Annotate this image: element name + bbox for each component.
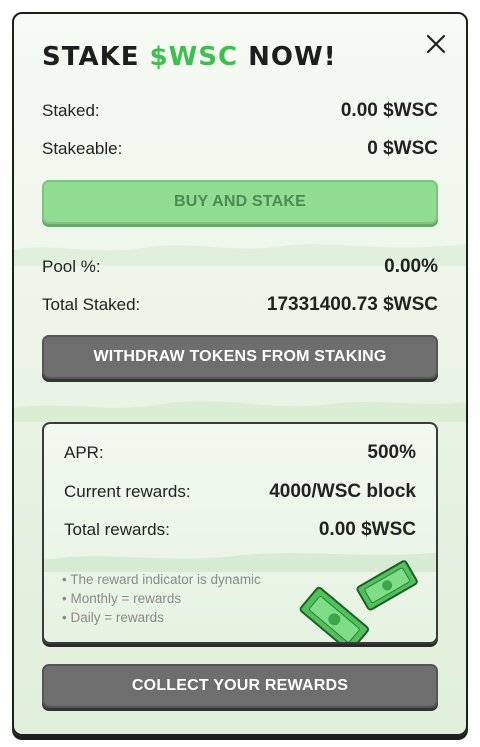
total-rewards-value: 0.00 $WSC: [318, 519, 416, 540]
buy-and-stake-button[interactable]: BUY AND STAKE: [42, 180, 438, 224]
total-staked-value: 17331400.73 $WSC: [266, 294, 438, 315]
withdraw-button[interactable]: WITHDRAW TOKENS FROM STAKING: [42, 335, 438, 379]
stakeable-value: 0 $WSC: [367, 138, 438, 159]
close-icon[interactable]: [422, 30, 450, 58]
pool-row: Pool %: 0.00%: [42, 256, 438, 278]
pool-label: Pool %:: [42, 257, 101, 276]
rewards-panel: APR: 500% Current rewards: 4000/WSC bloc…: [42, 422, 438, 644]
stakeable-row: Stakeable: 0 $WSC: [42, 138, 438, 160]
current-rewards-row: Current rewards: 4000/WSC block: [64, 481, 416, 503]
note-item: • Daily = rewards: [62, 610, 164, 625]
title-token: $WSC: [149, 42, 239, 72]
total-staked-label: Total Staked:: [42, 295, 141, 314]
staked-label: Staked:: [42, 101, 100, 120]
reward-notes: • The reward indicator is dynamic • Mont…: [62, 570, 261, 627]
current-rewards-label: Current rewards:: [64, 482, 191, 501]
note-item: • The reward indicator is dynamic: [62, 572, 261, 587]
pool-value: 0.00%: [384, 256, 438, 277]
current-rewards-value: 4000/WSC block: [269, 481, 416, 502]
staked-value: 0.00 $WSC: [340, 100, 438, 121]
stakeable-label: Stakeable:: [42, 139, 123, 158]
title-prefix: STAKE: [42, 42, 150, 72]
total-rewards-row: Total rewards: 0.00 $WSC: [64, 519, 416, 541]
stake-modal: STAKE $WSC NOW! Staked: 0.00 $WSC Stakea…: [12, 12, 468, 736]
collect-rewards-button[interactable]: COLLECT YOUR REWARDS: [42, 664, 438, 708]
total-rewards-label: Total rewards:: [64, 520, 170, 539]
wave-divider-2: [14, 401, 466, 422]
note-item: • Monthly = rewards: [62, 591, 182, 606]
apr-label: APR:: [64, 443, 104, 462]
modal-title: STAKE $WSC NOW!: [42, 42, 337, 72]
total-staked-row: Total Staked: 17331400.73 $WSC: [42, 294, 438, 316]
apr-value: 500%: [367, 442, 416, 463]
title-suffix: NOW!: [238, 42, 337, 72]
money-bills-icon: [299, 560, 418, 642]
staked-row: Staked: 0.00 $WSC: [42, 100, 438, 122]
apr-row: APR: 500%: [64, 442, 416, 464]
